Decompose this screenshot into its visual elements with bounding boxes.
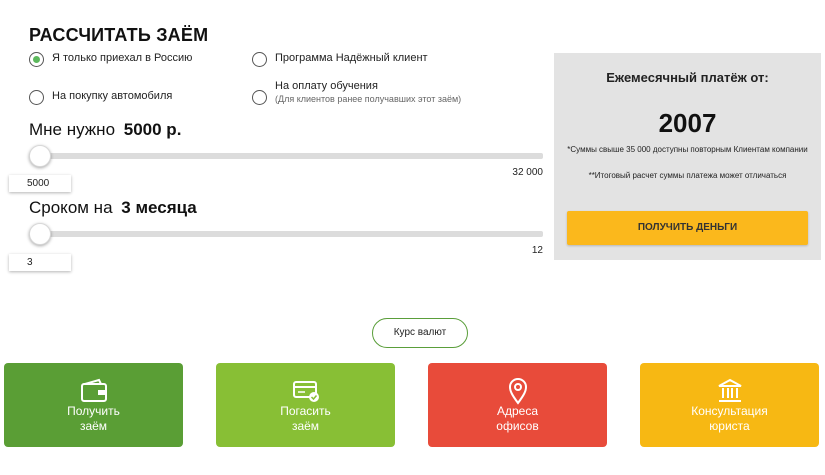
- term-label: Сроком на 3 месяца: [29, 198, 197, 218]
- amount-label: Мне нужно 5000 р.: [29, 120, 181, 140]
- tile-label-line1: Консультация: [691, 404, 768, 418]
- option-new-in-russia[interactable]: Я только приехал в Россию: [29, 52, 192, 67]
- amount-slider-track[interactable]: [29, 153, 543, 159]
- term-value: 3 месяца: [121, 198, 197, 217]
- tile-get-loan[interactable]: Получить заём: [4, 363, 183, 447]
- calculator-title: РАССЧИТАТЬ ЗАЁМ: [29, 25, 209, 45]
- option-education-label: На оплату обучения: [275, 80, 378, 92]
- tile-repay-loan[interactable]: Погасить заём: [216, 363, 395, 447]
- term-max-label: 12: [531, 245, 543, 256]
- amount-max-label: 32 000: [512, 167, 543, 178]
- term-caption: Сроком на: [29, 198, 113, 217]
- amount-value: 5000 р.: [123, 120, 182, 139]
- bank-building-icon: [718, 378, 741, 402]
- currency-rates-button[interactable]: Курс валют: [372, 318, 468, 348]
- option-education-note: (Для клиентов ранее получавших этот заём…: [275, 94, 462, 104]
- radio-selected-icon[interactable]: [29, 52, 44, 67]
- tile-lawyer-consultation[interactable]: Консультация юриста: [640, 363, 819, 447]
- payment-note-large-sums: *Суммы свыше 35 000 доступны повторным К…: [567, 145, 808, 154]
- tile-label-line2: юриста: [709, 419, 750, 433]
- tile-label-line1: Адреса: [496, 404, 539, 418]
- amount-caption: Мне нужно: [29, 120, 116, 139]
- card-check-icon: [292, 381, 319, 402]
- location-pin-icon: [508, 378, 527, 405]
- payment-amount: 2007: [658, 108, 717, 138]
- term-slider-track[interactable]: [29, 231, 543, 237]
- option-education[interactable]: На оплату обучения (Для клиентов ранее п…: [252, 80, 461, 106]
- option-reliable-client[interactable]: Программа Надёжный клиент: [252, 52, 428, 67]
- option-label: На оплату обучения (Для клиентов ранее п…: [275, 80, 461, 106]
- wallet-icon: [80, 378, 107, 402]
- option-car-purchase[interactable]: На покупку автомобиля: [29, 90, 172, 105]
- tile-label-line2: заём: [291, 419, 320, 433]
- term-slider-handle[interactable]: [29, 223, 51, 245]
- payment-panel: Ежемесячный платёж от: 2007 *Суммы свыше…: [554, 53, 821, 260]
- tile-label-line1: Погасить: [280, 404, 331, 418]
- tile-label-line2: офисов: [496, 419, 539, 433]
- radio-icon[interactable]: [29, 90, 44, 105]
- payment-note-final-sum: **Итоговый расчет суммы платежа может от…: [588, 171, 787, 180]
- tile-label: Консультация юриста: [640, 404, 819, 434]
- term-input[interactable]: 3: [9, 254, 71, 271]
- tile-office-addresses[interactable]: Адреса офисов: [428, 363, 607, 447]
- radio-icon[interactable]: [252, 90, 267, 105]
- amount-slider-handle[interactable]: [29, 145, 51, 167]
- radio-icon[interactable]: [252, 52, 267, 67]
- tile-label: Получить заём: [4, 404, 183, 434]
- get-money-button[interactable]: ПОЛУЧИТЬ ДЕНЬГИ: [567, 211, 808, 245]
- amount-input[interactable]: 5000: [9, 175, 71, 192]
- option-label: Я только приехал в Россию: [52, 52, 193, 64]
- tile-label: Погасить заём: [216, 404, 395, 434]
- tile-label: Адреса офисов: [428, 404, 607, 434]
- option-label: На покупку автомобиля: [52, 90, 173, 102]
- tile-label-line2: заём: [79, 419, 108, 433]
- option-label: Программа Надёжный клиент: [275, 52, 428, 64]
- tile-label-line1: Получить: [67, 404, 120, 418]
- payment-title: Ежемесячный платёж от:: [606, 70, 769, 85]
